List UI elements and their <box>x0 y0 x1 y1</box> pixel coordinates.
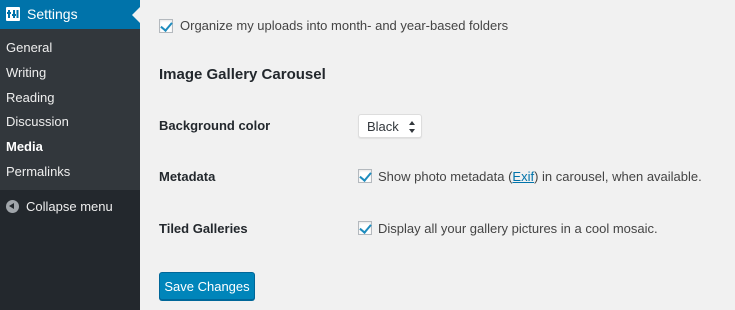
tiled-galleries-label: Tiled Galleries <box>159 221 248 236</box>
submenu-item-general[interactable]: General <box>6 40 52 55</box>
collapse-menu-button[interactable]: Collapse menu <box>0 196 140 218</box>
submenu-item-reading[interactable]: Reading <box>6 90 54 105</box>
submenu-item-media[interactable]: Media <box>6 139 43 154</box>
exif-link[interactable]: Exif <box>512 169 534 184</box>
tiled-galleries-description: Display all your gallery pictures in a c… <box>378 221 658 236</box>
tiled-galleries-checkbox[interactable] <box>358 221 372 235</box>
background-color-select[interactable]: Black <box>358 114 422 138</box>
metadata-label: Metadata <box>159 169 216 184</box>
submenu-item-permalinks[interactable]: Permalinks <box>6 164 70 179</box>
metadata-text-after: ) in carousel, when available. <box>534 169 702 184</box>
carousel-heading: Image Gallery Carousel <box>159 66 326 83</box>
metadata-text-before: Show photo metadata ( <box>378 169 513 184</box>
admin-sidebar: Settings General Writing Reading Discuss… <box>0 0 140 310</box>
organize-uploads-label: Organize my uploads into month- and year… <box>180 18 509 33</box>
metadata-description: Show photo metadata (Exif) in carousel, … <box>378 169 702 184</box>
settings-submenu: General Writing Reading Discussion Media… <box>0 29 140 190</box>
background-color-value: Black <box>367 119 399 134</box>
select-arrows-icon <box>409 121 415 133</box>
menu-item-settings[interactable]: Settings <box>0 0 140 29</box>
organize-uploads-checkbox[interactable] <box>159 19 173 33</box>
submenu-item-writing[interactable]: Writing <box>6 65 46 80</box>
metadata-checkbox[interactable] <box>358 169 372 183</box>
submenu-item-discussion[interactable]: Discussion <box>6 114 69 129</box>
settings-icon <box>6 7 20 21</box>
menu-settings-label: Settings <box>27 6 78 22</box>
current-menu-arrow <box>132 7 140 23</box>
background-color-label: Background color <box>159 118 271 133</box>
collapse-icon <box>6 200 19 213</box>
save-changes-button[interactable]: Save Changes <box>159 272 255 300</box>
collapse-menu-label: Collapse menu <box>26 199 113 214</box>
